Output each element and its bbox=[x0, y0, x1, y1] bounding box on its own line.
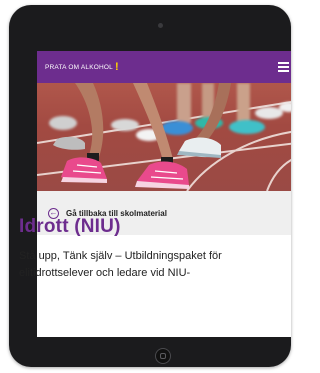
hero-image bbox=[37, 83, 291, 191]
page-title: Idrott (NIU) bbox=[19, 216, 121, 237]
tablet-frame: PRATA OM ALKOHOL ! ← Gå tillbaka till sk… bbox=[9, 5, 291, 367]
site-logo[interactable]: PRATA OM ALKOHOL ! bbox=[45, 60, 119, 73]
logo-exclamation-icon: ! bbox=[114, 60, 119, 73]
home-button-icon bbox=[155, 348, 171, 364]
screen: PRATA OM ALKOHOL ! ← Gå tillbaka till sk… bbox=[37, 51, 291, 337]
logo-text: PRATA OM ALKOHOL bbox=[45, 63, 113, 71]
article-intro: Stå upp, Tänk själv – Utbildningspaket f… bbox=[19, 250, 222, 279]
camera-icon bbox=[158, 23, 163, 28]
site-header: PRATA OM ALKOHOL ! bbox=[37, 51, 291, 83]
hamburger-menu-icon[interactable] bbox=[278, 62, 289, 72]
article-content: Idrott (NIU) Stå upp, Tänk själv – Utbil… bbox=[19, 216, 249, 282]
running-track-illustration bbox=[37, 83, 291, 191]
